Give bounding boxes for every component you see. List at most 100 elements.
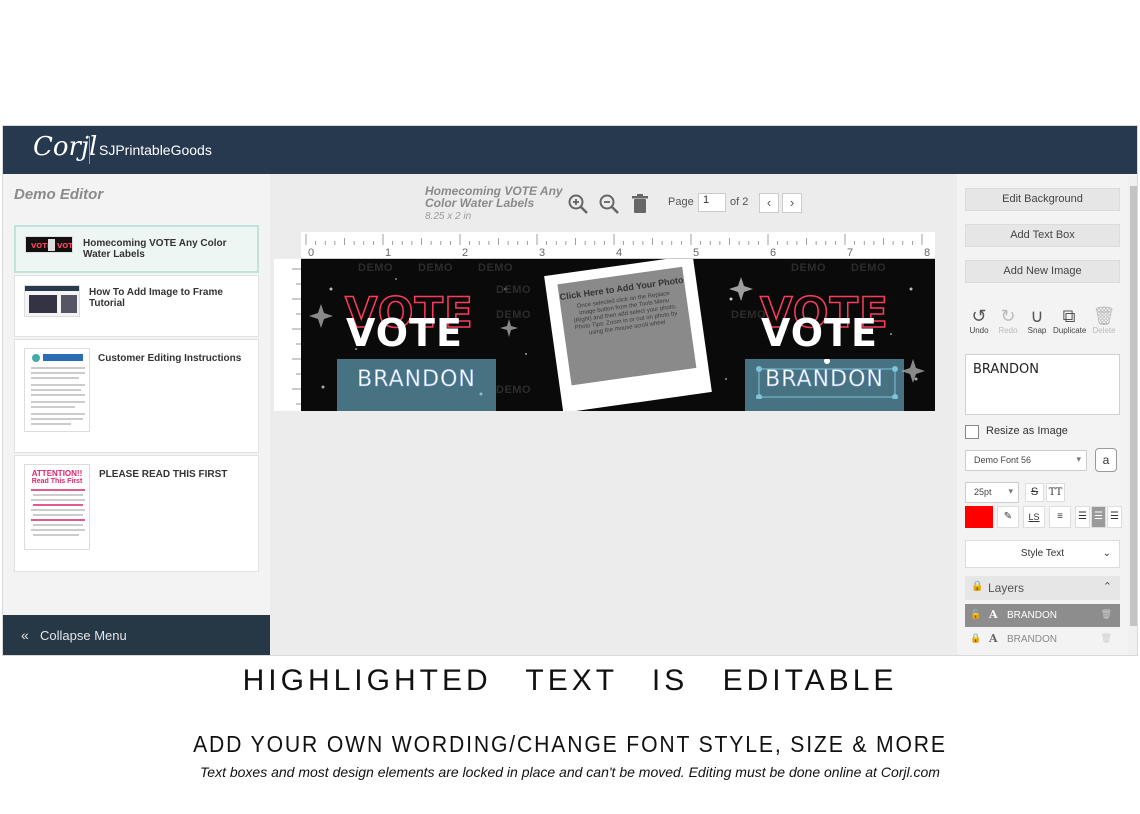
- list-item-editing-instructions[interactable]: Customer Editing Instructions: [14, 339, 259, 453]
- collapse-menu-button[interactable]: « Collapse Menu: [3, 615, 270, 655]
- name-text-box[interactable]: BRANDON: [337, 359, 496, 411]
- redo-button[interactable]: ↻ Redo: [992, 306, 1024, 335]
- demo-watermark: DEMO: [496, 284, 531, 296]
- add-new-image-button[interactable]: Add New Image: [965, 260, 1120, 283]
- logo-divider: [89, 136, 90, 164]
- edit-background-button[interactable]: Edit Background: [965, 188, 1120, 211]
- caption-customize-notice: ADD YOUR OWN WORDING/CHANGE FONT STYLE, …: [193, 731, 947, 757]
- name-text: BRANDON: [357, 367, 476, 393]
- align-right-icon: ☰: [1110, 511, 1119, 522]
- attention-thumb-lines: [31, 489, 85, 536]
- text-content-input[interactable]: BRANDON: [965, 354, 1120, 415]
- document-size: 8.25 x 2 in: [425, 211, 472, 222]
- align-right-button[interactable]: ☰: [1107, 506, 1122, 528]
- eyedropper-button[interactable]: ✎: [997, 506, 1019, 528]
- redo-label: Redo: [998, 326, 1018, 335]
- right-panel-scrollbar[interactable]: [1128, 176, 1137, 655]
- font-preview-icon[interactable]: a: [1095, 448, 1117, 472]
- resize-as-image-checkbox[interactable]: [965, 425, 979, 439]
- horizontal-ruler: 0 1 2 3 4 5 6 7 8: [301, 232, 935, 259]
- ruler-number: 8: [924, 247, 930, 259]
- font-family-value: Demo Font 56: [974, 455, 1032, 465]
- strikethrough-icon: S: [1030, 486, 1039, 498]
- attention-thumb-subtitle: Read This First: [31, 478, 83, 485]
- trash-icon[interactable]: [628, 192, 652, 216]
- style-text-label: Style Text: [1020, 548, 1065, 559]
- double-chevron-left-icon: «: [21, 627, 29, 643]
- add-text-box-button[interactable]: Add Text Box: [965, 224, 1120, 247]
- chevron-right-icon: ›: [789, 195, 795, 210]
- instructions-thumbnail: [24, 348, 90, 432]
- resize-as-image-label: Resize as Image: [986, 425, 1068, 437]
- editor-window: Corjl SJPrintableGoods Demo Editor VOTE V…: [2, 125, 1138, 656]
- trash-icon[interactable]: 🗑: [1101, 609, 1112, 620]
- duplicate-button[interactable]: ⧉ Duplicate: [1053, 306, 1086, 335]
- line-height-button[interactable]: ≡: [1049, 506, 1071, 528]
- align-left-button[interactable]: ☰: [1075, 506, 1090, 528]
- lock-icon[interactable]: 🔒: [970, 633, 981, 644]
- photo-placeholder[interactable]: Click Here to Add Your Photo Once select…: [557, 266, 697, 386]
- demo-watermark: DEMO: [791, 262, 826, 274]
- magnet-icon: ∪: [1030, 306, 1044, 326]
- layers-header[interactable]: 🔒 Layers ⌃: [965, 576, 1120, 600]
- strikethrough-button[interactable]: S: [1025, 483, 1044, 502]
- lock-icon[interactable]: 🔓: [970, 609, 981, 620]
- list-item-read-first[interactable]: ATTENTION!! Read This First PLEASE READ …: [14, 455, 259, 572]
- list-item-water-labels[interactable]: VOTEVOTE Homecoming VOTE Any Color Water…: [14, 225, 259, 273]
- trash-icon[interactable]: 🗑: [1101, 633, 1112, 644]
- layer-name: BRANDON: [1007, 610, 1058, 621]
- ruler-number: 7: [847, 247, 853, 259]
- scrollbar-thumb[interactable]: [1130, 186, 1137, 626]
- list-item-label: Homecoming VOTE Any Color Water Labels: [83, 238, 227, 260]
- layers-title: Layers: [988, 581, 1025, 595]
- font-size-select[interactable]: 25pt ▾: [965, 482, 1019, 503]
- attention-thumbnail: ATTENTION!! Read This First: [24, 464, 90, 550]
- snap-label: Snap: [1027, 326, 1047, 335]
- font-family-select[interactable]: Demo Font 56 ▾: [965, 450, 1087, 471]
- uppercase-button[interactable]: TT: [1046, 483, 1065, 502]
- zoom-in-icon[interactable]: [566, 192, 590, 216]
- corjl-logo[interactable]: Corjl: [33, 132, 97, 162]
- chevron-left-icon: ‹: [766, 195, 772, 210]
- prev-page-button[interactable]: ‹: [759, 193, 779, 213]
- zoom-out-icon[interactable]: [597, 192, 621, 216]
- delete-button[interactable]: 🗑 Delete: [1088, 306, 1120, 335]
- text-color-swatch[interactable]: [965, 506, 993, 528]
- align-center-icon: ☰: [1094, 511, 1103, 522]
- top-bar: Corjl SJPrintableGoods: [3, 126, 1137, 174]
- style-text-dropdown[interactable]: Style Text ⌄: [965, 540, 1120, 568]
- snap-button[interactable]: ∪ Snap: [1021, 306, 1053, 335]
- page-number-input[interactable]: 1: [698, 193, 726, 212]
- page-label: Page: [668, 196, 694, 208]
- photo-frame[interactable]: Click Here to Add Your Photo Once select…: [544, 259, 712, 411]
- chevron-down-icon: ▾: [1076, 454, 1081, 464]
- list-item-frame-tutorial[interactable]: How To Add Image to Frame Tutorial: [14, 275, 259, 337]
- chevron-down-icon: ▾: [1008, 486, 1013, 496]
- caption-locked-notice: Text boxes and most design elements are …: [200, 764, 940, 780]
- document-title: Homecoming VOTE Any Color Water Labels: [425, 184, 563, 210]
- align-center-button[interactable]: ☰: [1091, 506, 1106, 528]
- vote-text: VOTE: [346, 311, 463, 355]
- demo-watermark: DEMO: [358, 262, 393, 274]
- delete-label: Delete: [1092, 326, 1116, 335]
- letter-spacing-button[interactable]: LS: [1023, 506, 1045, 528]
- text-layer-icon: A: [989, 608, 998, 621]
- selection-handles: [756, 359, 898, 399]
- undo-icon: ↺: [971, 306, 987, 326]
- ruler-number: 2: [462, 247, 468, 259]
- redo-icon: ↻: [1000, 306, 1016, 326]
- demo-watermark: DEMO: [496, 309, 531, 321]
- svg-text:VOTE: VOTE: [57, 242, 73, 250]
- letter-spacing-icon: LS: [1028, 512, 1040, 522]
- chevron-up-icon: ⌃: [1102, 581, 1112, 593]
- next-page-button[interactable]: ›: [782, 193, 802, 213]
- sidebar-title: Demo Editor: [14, 186, 104, 203]
- layer-row-selected[interactable]: 🔓 A BRANDON 🗑: [965, 604, 1120, 627]
- name-text-box-selected[interactable]: BRANDON: [745, 359, 904, 411]
- layer-row[interactable]: 🔒 A BRANDON 🗑: [965, 628, 1120, 651]
- design-canvas[interactable]: DEMO DEMO DEMO DEMO DEMO DEMO DEMO DEMO …: [301, 259, 935, 411]
- font-size-value: 25pt: [974, 487, 992, 497]
- collapse-menu-label: Collapse Menu: [40, 628, 127, 643]
- undo-button[interactable]: ↺ Undo: [963, 306, 995, 335]
- eyedropper-icon: ✎: [1003, 511, 1013, 522]
